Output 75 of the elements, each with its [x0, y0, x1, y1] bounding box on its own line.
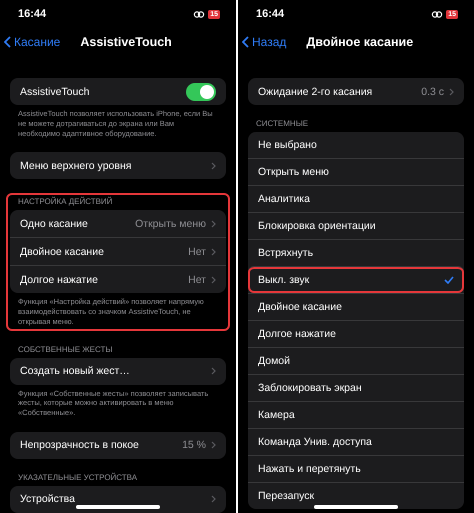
row-label: Аналитика: [258, 193, 310, 205]
settings-row[interactable]: Создать новый жест…: [10, 358, 226, 384]
row-label: Одно касание: [20, 218, 88, 230]
row-label: Двойное касание: [258, 301, 342, 313]
row-label: Выкл. звук: [258, 274, 310, 286]
section-header: НАСТРОЙКА ДЕЙСТВИЙ: [17, 197, 114, 208]
row-label: Двойное касание: [20, 246, 104, 258]
settings-row[interactable]: Ожидание 2-го касания 0.3 с: [248, 78, 464, 105]
row-value: Открыть меню: [135, 218, 206, 230]
chevron-icon: [211, 276, 216, 284]
option-row[interactable]: Домой: [248, 347, 464, 374]
row-label: Ожидание 2-го касания: [258, 86, 372, 98]
back-link[interactable]: Касание: [4, 35, 60, 49]
chevron-icon: [211, 248, 216, 256]
back-label: Касание: [14, 35, 60, 49]
link-icon: [431, 10, 444, 18]
option-row[interactable]: Не выбрано: [248, 132, 464, 158]
row-label: Устройства: [20, 493, 75, 506]
row-label: Долгое нажатие: [258, 328, 336, 340]
section-header: СОБСТВЕННЫЕ ЖЕСТЫ: [17, 344, 114, 356]
back-link[interactable]: Назад: [242, 35, 286, 49]
row-label: AssistiveTouch: [20, 86, 90, 98]
row-label: Нажать и перетянуть: [258, 463, 361, 475]
screen-title: AssistiveTouch: [80, 35, 172, 49]
status-time: 16:44: [256, 8, 284, 20]
option-row[interactable]: Заблокировать экран: [248, 374, 464, 401]
row-label: Создать новый жест…: [20, 365, 130, 377]
row-label: Команда Унив. доступа: [258, 436, 372, 448]
chevron-icon: [211, 441, 216, 450]
chevron-icon: [211, 220, 216, 228]
link-icon: [193, 10, 206, 18]
option-row[interactable]: Блокировка ориентации: [248, 212, 464, 239]
row-label: Домой: [258, 355, 290, 367]
row-label: Перезапуск: [258, 490, 314, 502]
option-row[interactable]: Команда Унив. доступа: [248, 428, 464, 455]
section-header: СИСТЕМНЫЕ: [255, 119, 310, 130]
row-value: Нет: [188, 274, 206, 286]
checkmark-icon: [444, 276, 454, 284]
option-row[interactable]: Аналитика: [248, 185, 464, 212]
settings-row[interactable]: Двойное касание Нет: [10, 237, 226, 266]
option-row[interactable]: Долгое нажатие: [248, 320, 464, 347]
row-value: 0.3 с: [421, 86, 444, 98]
settings-row[interactable]: Меню верхнего уровня: [10, 152, 226, 180]
row-label: Непрозрачность в покое: [20, 439, 139, 452]
row-label: Открыть меню: [258, 166, 329, 178]
screen-title: Двойное касание: [306, 35, 414, 49]
chevron-icon: [211, 367, 216, 375]
row-label: Заблокировать экран: [258, 382, 362, 394]
settings-row[interactable]: Одно касание Открыть меню: [10, 210, 226, 238]
chevron-icon: [449, 88, 454, 96]
settings-row[interactable]: Непрозрачность в покое 15 %: [10, 432, 226, 459]
chevron-icon: [211, 495, 216, 504]
row-label: Не выбрано: [258, 139, 317, 151]
row-label: Долгое нажатие: [20, 274, 98, 286]
settings-row[interactable]: Долгое нажатие Нет: [10, 265, 226, 294]
settings-row[interactable]: Устройства: [10, 486, 226, 513]
option-row[interactable]: Выкл. звук: [248, 266, 464, 293]
row-label: Блокировка ориентации: [258, 220, 376, 232]
option-row[interactable]: Двойное касание: [248, 293, 464, 320]
status-time: 16:44: [18, 8, 46, 20]
option-row[interactable]: Камера: [248, 401, 464, 428]
row-label: Камера: [258, 409, 295, 421]
back-chevron-icon: [4, 36, 11, 48]
section-header: УКАЗАТЕЛЬНЫЕ УСТРОЙСТВА: [17, 472, 138, 484]
row-label: Меню верхнего уровня: [20, 160, 132, 172]
row-label: Встряхнуть: [258, 247, 314, 259]
row-value: 15 %: [182, 439, 206, 452]
toggle-switch[interactable]: [186, 82, 216, 100]
back-label: Назад: [252, 35, 286, 49]
option-row[interactable]: Открыть меню: [248, 158, 464, 185]
option-row[interactable]: Встряхнуть: [248, 239, 464, 266]
back-chevron-icon: [242, 36, 249, 48]
option-row[interactable]: Нажать и перетянуть: [248, 455, 464, 482]
row-value: Нет: [188, 246, 206, 258]
chevron-icon: [211, 162, 216, 170]
